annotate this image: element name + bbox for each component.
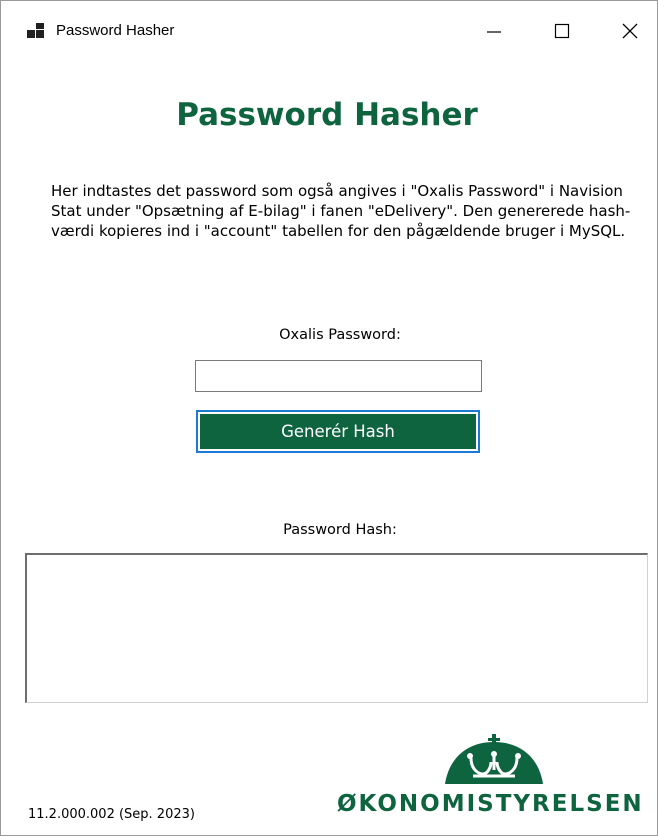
close-icon [622, 23, 638, 39]
maximize-button[interactable] [529, 1, 597, 61]
generate-hash-button[interactable]: Generér Hash [196, 410, 480, 453]
minimize-icon [487, 31, 501, 33]
password-label: Oxalis Password: [279, 327, 401, 343]
version-text: 11.2.000.002 (Sep. 2023) [28, 807, 195, 822]
window-title: Password Hasher [56, 22, 175, 39]
hash-label: Password Hash: [283, 522, 397, 538]
description-text: Her indtastes det password som også angi… [51, 182, 631, 240]
app-window-icon [27, 23, 45, 41]
minimize-button[interactable] [461, 1, 529, 61]
password-input[interactable] [195, 360, 482, 392]
maximize-icon [554, 23, 570, 39]
crown-icon [445, 734, 543, 784]
title-bar[interactable]: Password Hasher [1, 1, 657, 61]
logo-text: ØKONOMISTYRELSEN [337, 791, 644, 817]
close-button[interactable] [597, 1, 658, 61]
generate-hash-button-label: Generér Hash [200, 414, 476, 449]
page-title: Password Hasher [176, 97, 478, 133]
app-window: Password Hasher Password Hasher Her indt… [0, 0, 658, 836]
hash-output-field[interactable] [25, 553, 648, 703]
